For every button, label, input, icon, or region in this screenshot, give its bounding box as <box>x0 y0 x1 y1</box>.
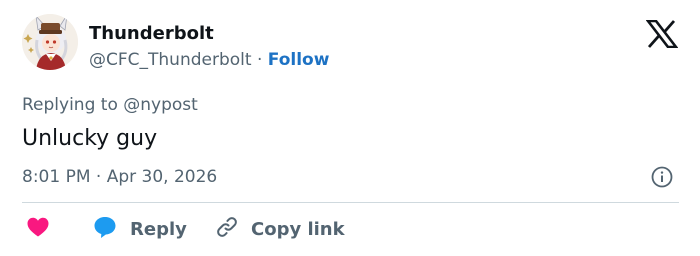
tweet-timestamp[interactable]: 8:01 PM · Apr 30, 2026 <box>22 164 217 190</box>
display-name[interactable]: Thunderbolt <box>89 22 214 46</box>
reply-button[interactable]: Reply <box>93 214 187 244</box>
handle-separator: · <box>256 50 263 70</box>
x-logo-icon[interactable] <box>645 19 679 49</box>
like-button[interactable] <box>26 214 50 244</box>
replying-to-mention[interactable]: @nypost <box>123 95 198 115</box>
copy-link-label: Copy link <box>251 218 345 240</box>
tweet-embed-card: Thunderbolt @CFC_Thunderbolt · Follow Re… <box>0 0 700 256</box>
replying-to: Replying to @nypost <box>22 93 198 117</box>
heart-icon <box>26 216 50 243</box>
tweet-text: Unlucky guy <box>22 126 158 151</box>
avatar[interactable] <box>22 14 78 70</box>
link-icon <box>215 215 239 244</box>
reply-label: Reply <box>130 218 187 240</box>
info-icon[interactable] <box>651 166 673 188</box>
copy-link-button[interactable]: Copy link <box>215 214 345 244</box>
avatar-image <box>22 14 78 70</box>
replying-prefix: Replying to <box>22 95 118 115</box>
speech-bubble-icon <box>93 215 117 244</box>
follow-button[interactable]: Follow <box>268 50 330 70</box>
handle-row: @CFC_Thunderbolt · Follow <box>89 48 329 72</box>
user-handle[interactable]: @CFC_Thunderbolt <box>89 50 252 70</box>
divider <box>22 202 679 203</box>
